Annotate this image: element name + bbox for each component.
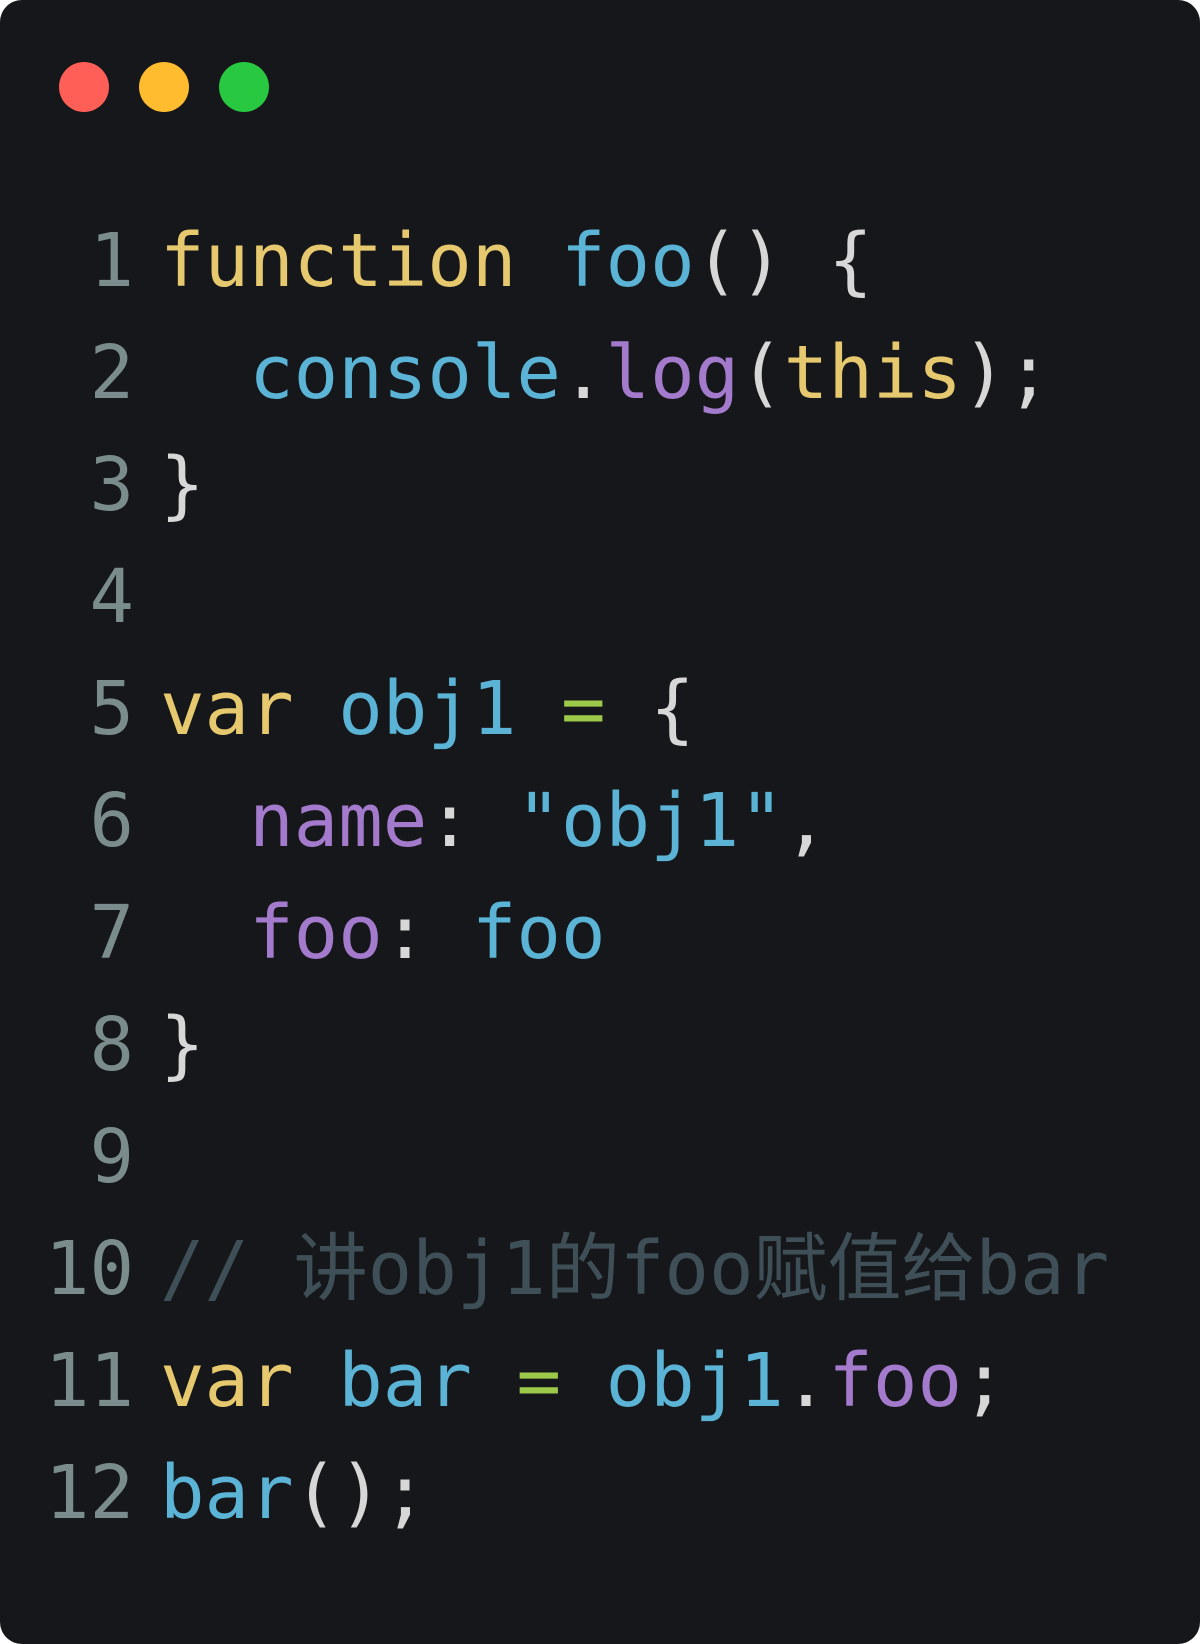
code-token-punctuation: } (160, 442, 205, 528)
line-number: 4 (89, 554, 134, 640)
code-token-punctuation: . (560, 330, 606, 416)
code-line: 2 console.log(this); (0, 317, 1200, 429)
code-line: 7 foo: foo (0, 877, 1200, 989)
code-token-identifier: obj1 (338, 666, 517, 752)
code-token-punctuation (294, 1338, 339, 1424)
code-token-punctuation: (); (293, 1450, 428, 1536)
line-number: 3 (89, 442, 134, 528)
code-line: 9 (0, 1101, 1200, 1213)
code-window: 1 function foo() {2 console.log(this); 3} 4… (0, 0, 1200, 1644)
code-token-property: log (605, 330, 740, 416)
code-token-punctuation (516, 666, 561, 752)
code-token-punctuation: , (783, 778, 829, 864)
code-token-punctuation: : (382, 890, 472, 976)
code-token-punctuation: ( (739, 330, 784, 416)
line-source: } (160, 989, 205, 1101)
line-number: 5 (89, 666, 134, 752)
code-token-comment: // 讲obj1的foo赋值给bar (160, 1226, 1110, 1312)
code-token-punctuation (294, 666, 339, 752)
code-line: 10 // 讲obj1的foo赋值给bar (0, 1213, 1200, 1325)
line-source: bar(); (160, 1437, 427, 1549)
line-number: 12 (44, 1450, 134, 1536)
code-token-punctuation (472, 1338, 517, 1424)
code-token-identifier: "obj1" (516, 778, 784, 864)
line-source: } (160, 429, 205, 541)
line-source: name: "obj1", (160, 765, 828, 877)
code-token-punctuation: } (160, 1002, 205, 1088)
line-source: var bar = obj1.foo; (160, 1325, 1007, 1437)
code-token-property: name (249, 778, 428, 864)
code-token-punctuation (516, 218, 561, 304)
minimize-window-dot[interactable] (139, 62, 189, 112)
code-token-punctuation: { (605, 666, 695, 752)
code-token-keyword: var (160, 1338, 294, 1424)
line-number: 6 (89, 778, 134, 864)
code-token-punctuation (160, 778, 249, 864)
window-titlebar (0, 0, 1200, 170)
line-number: 11 (44, 1338, 134, 1424)
line-number: 1 (89, 218, 134, 304)
code-line: 3} (0, 429, 1200, 541)
line-number: 10 (44, 1226, 134, 1312)
line-source: foo: foo (160, 877, 606, 989)
line-source: // 讲obj1的foo赋值给bar (160, 1213, 1109, 1325)
code-token-punctuation (160, 890, 249, 976)
code-token-keyword: var (160, 666, 294, 752)
code-token-identifier: bar (160, 1450, 294, 1536)
code-line: 11 var bar = obj1.foo; (0, 1325, 1200, 1437)
code-token-punctuation: . (783, 1338, 829, 1424)
code-line: 5 var obj1 = { (0, 653, 1200, 765)
line-source: var obj1 = { (160, 653, 695, 765)
code-token-punctuation (561, 1338, 606, 1424)
code-editor[interactable]: 1 function foo() {2 console.log(this); 3} 4… (0, 205, 1200, 1549)
code-line: 4 (0, 541, 1200, 653)
line-number: 8 (89, 1002, 134, 1088)
code-token-punctuation: () { (694, 218, 873, 304)
code-token-property: foo (828, 1338, 962, 1424)
code-token-punctuation: ); (961, 330, 1052, 416)
code-line: 8} (0, 989, 1200, 1101)
code-token-identifier: foo (560, 218, 695, 304)
code-line: 6 name: "obj1", (0, 765, 1200, 877)
code-token-identifier: foo (471, 890, 606, 976)
code-token-identifier: obj1 (605, 1338, 784, 1424)
code-token-punctuation (160, 330, 249, 416)
line-number: 2 (89, 330, 134, 416)
code-token-keyword: this (783, 330, 962, 416)
line-source: console.log(this); (160, 317, 1051, 429)
code-token-keyword: function (160, 218, 517, 304)
code-token-punctuation: ; (962, 1338, 1007, 1424)
close-window-dot[interactable] (59, 62, 109, 112)
code-line: 12 bar(); (0, 1437, 1200, 1549)
code-token-identifier: console (249, 330, 561, 416)
zoom-window-dot[interactable] (219, 62, 269, 112)
line-number: 7 (89, 890, 134, 976)
code-line: 1 function foo() { (0, 205, 1200, 317)
code-token-operator: = (561, 666, 606, 752)
code-token-punctuation: : (427, 778, 517, 864)
code-token-identifier: bar (338, 1338, 472, 1424)
code-token-property: foo (249, 890, 383, 976)
line-source: function foo() { (160, 205, 873, 317)
code-token-operator: = (516, 1338, 561, 1424)
line-number: 9 (89, 1114, 134, 1200)
